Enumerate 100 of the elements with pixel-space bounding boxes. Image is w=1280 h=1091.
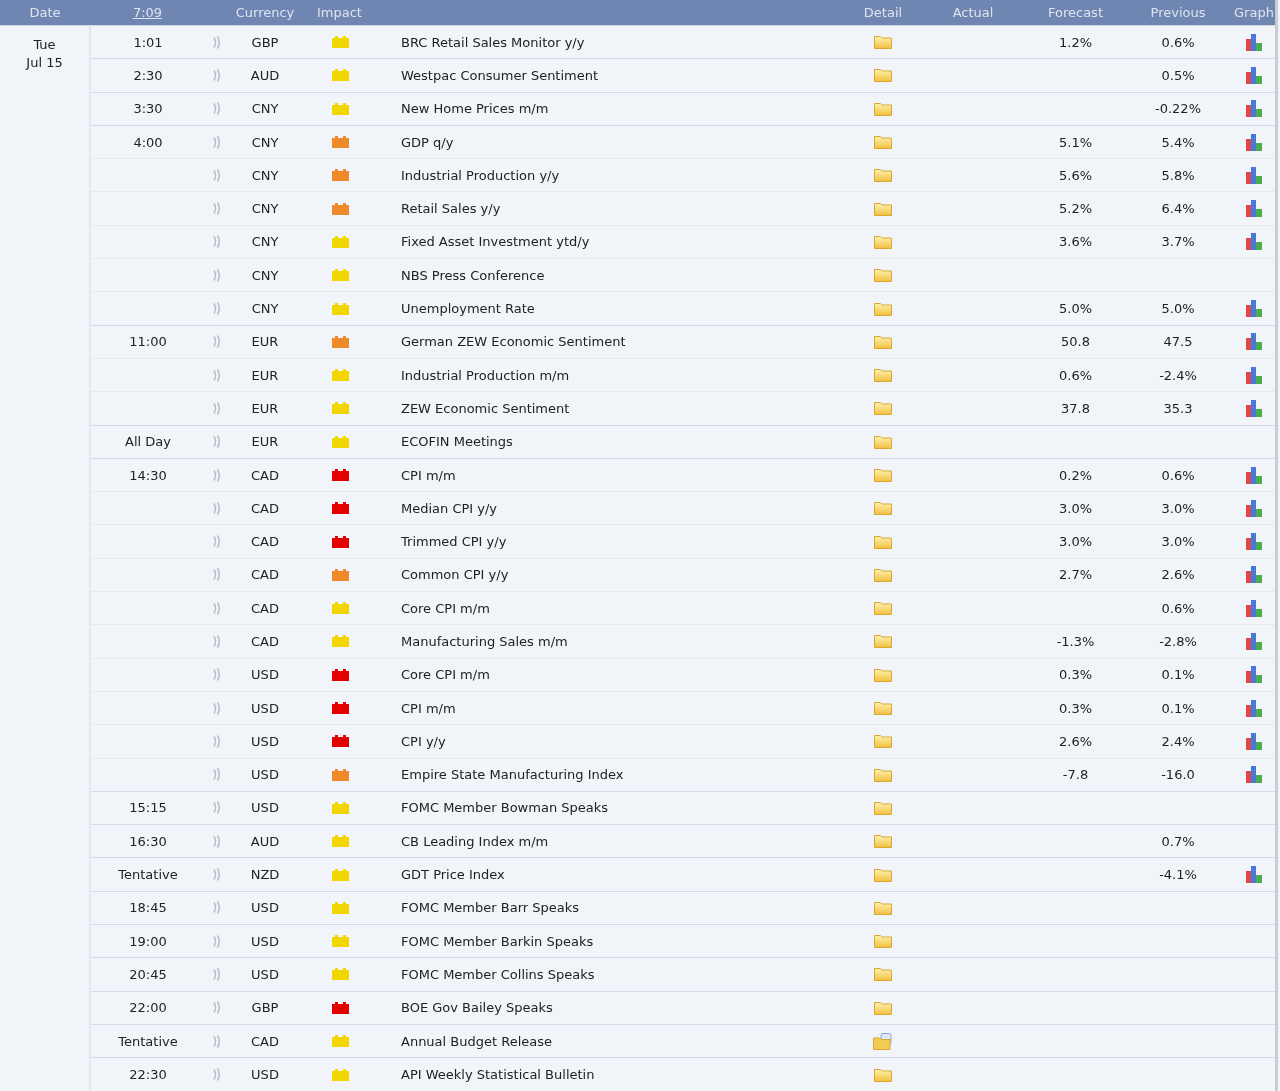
sound-icon[interactable]	[213, 335, 221, 349]
event-title[interactable]: GDP q/y	[401, 134, 454, 150]
event-title[interactable]: ECOFIN Meetings	[401, 434, 513, 450]
event-title[interactable]: CPI y/y	[401, 733, 446, 749]
event-title[interactable]: Retail Sales y/y	[401, 201, 501, 217]
folder-icon[interactable]	[874, 35, 892, 50]
folder-icon[interactable]	[874, 334, 892, 349]
bar-chart-icon[interactable]	[1245, 399, 1263, 417]
event-title[interactable]: Manufacturing Sales m/m	[401, 634, 568, 649]
bar-chart-icon[interactable]	[1245, 633, 1263, 650]
sound-icon[interactable]	[213, 168, 221, 182]
sound-icon[interactable]	[213, 868, 221, 882]
sound-icon[interactable]	[213, 1068, 221, 1082]
bar-chart-icon[interactable]	[1245, 766, 1263, 784]
folder-icon[interactable]	[874, 900, 892, 915]
folder-icon[interactable]	[874, 534, 892, 549]
folder-icon[interactable]	[874, 234, 892, 249]
event-title[interactable]: Industrial Production m/m	[401, 367, 570, 383]
event-title[interactable]: Core CPI m/m	[401, 600, 490, 616]
folder-icon[interactable]	[874, 1067, 892, 1082]
sound-icon[interactable]	[213, 401, 221, 415]
event-title[interactable]: NBS Press Conference	[401, 267, 545, 283]
event-title[interactable]: BOE Gov Bailey Speaks	[401, 1000, 553, 1016]
sound-icon[interactable]	[213, 368, 221, 382]
bar-chart-icon[interactable]	[1245, 333, 1263, 351]
folder-icon[interactable]	[874, 268, 892, 283]
event-title[interactable]: Core CPI m/m	[401, 667, 490, 683]
folder-icon[interactable]	[874, 368, 892, 383]
sound-icon[interactable]	[213, 734, 221, 748]
bar-chart-icon[interactable]	[1245, 300, 1263, 317]
event-title[interactable]: New Home Prices m/m	[401, 101, 549, 117]
event-title[interactable]: Empire State Manufacturing Index	[401, 767, 624, 783]
event-title[interactable]: Industrial Production y/y	[401, 167, 560, 183]
folder-icon[interactable]	[874, 201, 892, 216]
bar-chart-icon[interactable]	[1245, 666, 1263, 684]
folder-icon[interactable]	[874, 634, 892, 649]
bar-chart-icon[interactable]	[1245, 233, 1263, 251]
event-title[interactable]: FOMC Member Bowman Speaks	[401, 800, 609, 816]
sound-icon[interactable]	[213, 801, 221, 815]
sound-icon[interactable]	[213, 235, 221, 249]
folder-icon[interactable]	[874, 734, 892, 749]
event-title[interactable]: BRC Retail Sales Monitor y/y	[401, 34, 585, 50]
sound-icon[interactable]	[213, 1001, 221, 1015]
bar-chart-icon[interactable]	[1245, 566, 1263, 584]
folder-icon[interactable]	[874, 800, 892, 815]
folder-icon[interactable]	[874, 934, 892, 949]
sound-icon[interactable]	[213, 68, 221, 82]
sound-icon[interactable]	[213, 535, 221, 549]
bar-chart-icon[interactable]	[1245, 499, 1263, 517]
bar-chart-icon[interactable]	[1245, 732, 1263, 750]
sound-icon[interactable]	[213, 202, 221, 216]
sound-icon[interactable]	[213, 501, 221, 515]
folder-icon[interactable]	[874, 135, 892, 150]
bar-chart-icon[interactable]	[1245, 66, 1263, 84]
event-title[interactable]: Westpac Consumer Sentiment	[401, 67, 599, 83]
event-title[interactable]: German ZEW Economic Sentiment	[401, 334, 626, 350]
event-title[interactable]: FOMC Member Collins Speaks	[401, 966, 595, 982]
event-title[interactable]: Unemployment Rate	[401, 301, 535, 316]
bar-chart-icon[interactable]	[1245, 699, 1263, 717]
event-title[interactable]: FOMC Member Barr Speaks	[401, 900, 579, 916]
folder-icon[interactable]	[874, 101, 892, 116]
sound-icon[interactable]	[213, 768, 221, 782]
bar-chart-icon[interactable]	[1245, 466, 1263, 484]
folder-icon[interactable]	[874, 867, 892, 882]
folder-icon[interactable]	[874, 1000, 892, 1015]
sound-icon[interactable]	[213, 268, 221, 282]
event-title[interactable]: GDT Price Index	[401, 867, 505, 883]
sound-icon[interactable]	[213, 135, 221, 149]
bar-chart-icon[interactable]	[1245, 166, 1263, 184]
sound-icon[interactable]	[213, 901, 221, 915]
sound-icon[interactable]	[213, 701, 221, 715]
sound-icon[interactable]	[213, 1034, 221, 1048]
sound-icon[interactable]	[213, 934, 221, 948]
event-title[interactable]: CPI m/m	[401, 467, 456, 483]
bar-chart-icon[interactable]	[1245, 100, 1263, 118]
folder-icon[interactable]	[874, 834, 892, 849]
sound-icon[interactable]	[213, 834, 221, 848]
sound-icon[interactable]	[213, 35, 221, 49]
bar-chart-icon[interactable]	[1245, 533, 1263, 551]
folder-icon[interactable]	[874, 767, 892, 782]
folder-icon[interactable]	[874, 468, 892, 482]
folder-icon[interactable]	[874, 501, 892, 516]
event-title[interactable]: Trimmed CPI y/y	[401, 534, 507, 550]
sound-icon[interactable]	[213, 302, 221, 315]
event-title[interactable]: Common CPI y/y	[401, 567, 509, 583]
bar-chart-icon[interactable]	[1245, 366, 1263, 384]
folder-icon[interactable]	[874, 567, 892, 582]
event-title[interactable]: FOMC Member Barkin Speaks	[401, 933, 594, 949]
event-title[interactable]: CB Leading Index m/m	[401, 833, 549, 849]
folder-icon[interactable]	[874, 434, 892, 449]
sound-icon[interactable]	[213, 468, 221, 482]
bar-chart-icon[interactable]	[1245, 200, 1263, 218]
event-title[interactable]: ZEW Economic Sentiment	[401, 400, 570, 416]
sound-icon[interactable]	[213, 967, 221, 981]
bar-chart-icon[interactable]	[1245, 33, 1263, 51]
event-title[interactable]: CPI m/m	[401, 700, 456, 716]
folder-icon[interactable]	[874, 168, 892, 183]
bar-chart-icon[interactable]	[1245, 133, 1263, 151]
event-title[interactable]: API Weekly Statistical Bulletin	[401, 1067, 595, 1083]
event-title[interactable]: Median CPI y/y	[401, 500, 498, 516]
